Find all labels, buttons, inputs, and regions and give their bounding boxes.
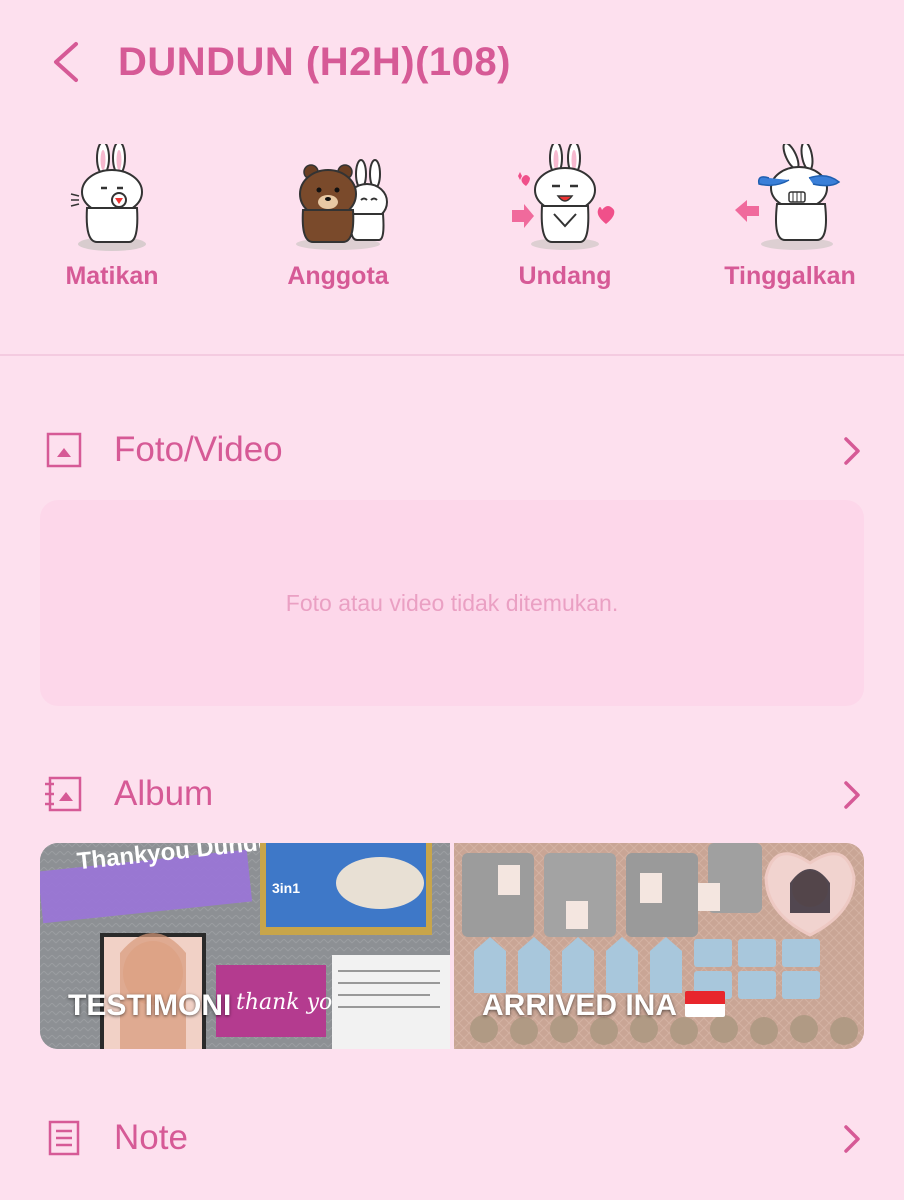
bunny-mute-sticker-icon (70, 144, 146, 251)
album-grid: Thankyou Dundun Go 3in1 thank you TESTIM… (40, 843, 864, 1049)
action-bar: Matikan Anggota Undang Tinggalkan (0, 140, 904, 310)
section-title: Foto/Video (114, 430, 283, 469)
leave-action[interactable]: Tinggalkan (690, 140, 890, 310)
image-icon (46, 432, 82, 468)
chevron-right-icon[interactable] (838, 778, 864, 812)
empty-media-box: Foto atau video tidak ditemukan. (40, 500, 864, 706)
album-tile-arrived-ina[interactable]: ARRIVED INA (454, 843, 864, 1049)
note-icon (48, 1120, 80, 1156)
action-label: Anggota (287, 262, 389, 290)
album-title: TESTIMONI (68, 989, 232, 1022)
action-label: Undang (518, 262, 612, 290)
album-section[interactable]: Album (0, 764, 904, 824)
divider (0, 354, 904, 356)
photo-video-section[interactable]: Foto/Video (0, 420, 904, 480)
members-action[interactable]: Anggota (238, 140, 438, 310)
mute-action[interactable]: Matikan (12, 140, 212, 310)
chat-title: DUNDUN (H2H)(108) (118, 40, 511, 84)
section-title: Album (114, 774, 214, 813)
section-title: Note (114, 1118, 188, 1157)
card-text: thank you (236, 990, 346, 1015)
indonesia-flag-icon (685, 991, 726, 1017)
svg-text:3in1: 3in1 (272, 880, 300, 896)
empty-message: Foto atau video tidak ditemukan. (285, 590, 619, 616)
bunny-invite-sticker-icon (512, 144, 615, 250)
invite-action[interactable]: Undang (465, 140, 665, 310)
back-arrow-icon[interactable] (44, 38, 88, 86)
album-icon (45, 776, 82, 812)
note-section[interactable]: Note (0, 1108, 904, 1168)
bear-bunny-members-sticker-icon (296, 159, 388, 250)
album-tile-testimoni[interactable]: Thankyou Dundun Go 3in1 thank you TESTIM… (40, 843, 450, 1049)
chevron-right-icon[interactable] (838, 1122, 864, 1156)
album-title: ARRIVED INA (482, 989, 678, 1022)
chevron-right-icon[interactable] (838, 434, 864, 468)
bunny-crying-leave-sticker-icon (735, 144, 841, 250)
album-title-row: ARRIVED INA (482, 989, 726, 1023)
header: DUNDUN (H2H)(108) (0, 0, 904, 130)
action-label: Matikan (65, 262, 159, 290)
action-label: Tinggalkan (724, 262, 856, 290)
